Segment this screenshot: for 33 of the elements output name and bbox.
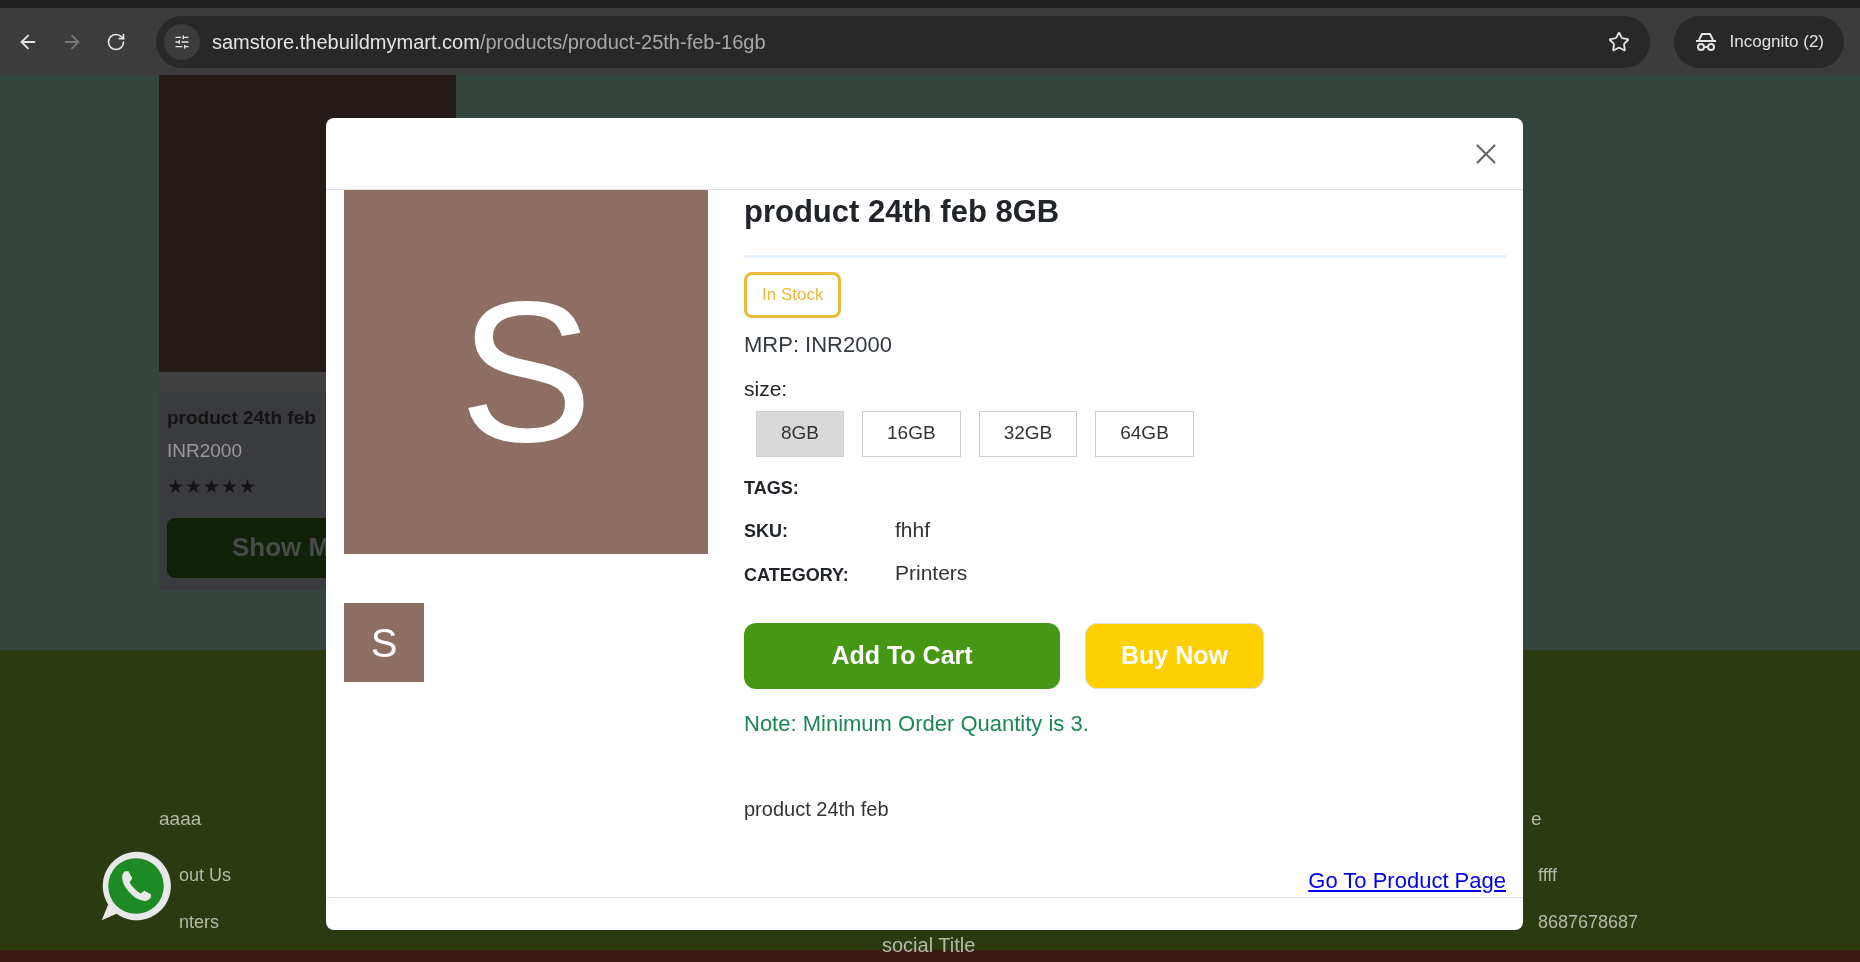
footer-heading: e [1531,807,1543,831]
product-title: product 24th feb 8GB [744,193,1061,231]
minimum-order-note: Note: Minimum Order Quantity is 3. [744,709,1090,738]
size-label: size: [744,376,789,402]
detail-value: Printers [895,560,968,586]
stock-badge: In Stock [744,272,842,318]
detail-value: fhhf [895,516,931,543]
reload-icon [106,31,126,52]
size-option[interactable]: 64GB [1095,410,1194,457]
rating-stars: ★★★★★ [167,475,257,499]
social-title: social Title [882,933,976,958]
incognito-icon [1693,31,1718,52]
footer-link[interactable]: ffff [1538,861,1860,889]
url-text: samstore.thebuildmymart.com/products/product-25th-feb-16gb [212,29,766,55]
detail-label: SKU: [744,520,789,543]
footer-heading: aaaa [159,807,203,831]
size-option[interactable]: 32GB [978,410,1078,457]
product-image: S [344,190,708,554]
size-option[interactable]: 16GB [862,410,961,457]
add-to-cart-button[interactable]: Add To Cart [744,622,1060,689]
address-bar[interactable]: samstore.thebuildmymart.com/products/product-25th-feb-16gb [156,15,1650,68]
detail-label: CATEGORY: [744,563,850,587]
mrp-price: MRP: INR2000 [744,331,893,359]
product-description: product 24th feb [744,796,890,822]
site-settings-icon[interactable] [164,23,200,60]
footer-link[interactable]: 8687678687 [1538,908,1860,936]
incognito-button[interactable]: Incognito (2) [1673,15,1844,68]
size-option[interactable]: 8GB [756,410,845,457]
product-page-link[interactable]: Go To Product Page [1308,863,1506,897]
detail-label: TAGS: [744,476,800,500]
bookmark-star-icon[interactable] [1607,30,1630,53]
image-thumbnail[interactable]: S [344,603,424,682]
product-price: INR2000 [167,438,243,463]
